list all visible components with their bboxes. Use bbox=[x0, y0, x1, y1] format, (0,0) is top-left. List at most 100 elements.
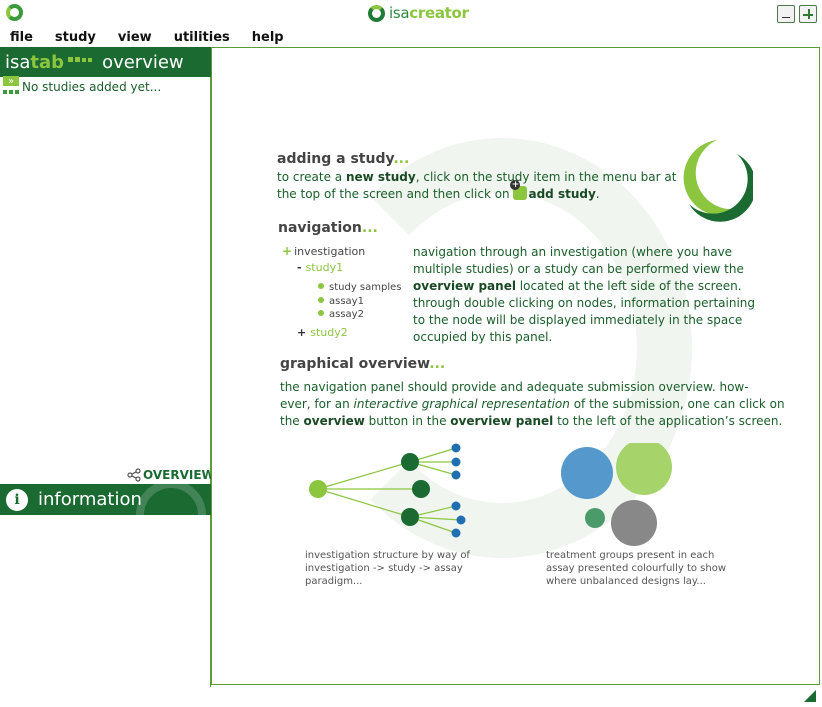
graphical-text-3a: the bbox=[280, 414, 304, 428]
tree-label-assay2: assay2 bbox=[329, 309, 364, 320]
menu-view[interactable]: view bbox=[118, 30, 152, 45]
information-title: information bbox=[38, 489, 142, 510]
tree-bullet-icon bbox=[318, 310, 324, 316]
add-study-text-2c: . bbox=[595, 187, 600, 201]
tree-bullet-icon bbox=[318, 283, 324, 289]
graphical-text-3b: overview bbox=[303, 414, 365, 428]
overview-title: overview bbox=[102, 51, 184, 73]
graphical-text-3: the overview button in the overview pane… bbox=[280, 413, 819, 430]
navigation-text-3: overview panel located at the left side … bbox=[413, 278, 813, 295]
graphical-heading-text: graphical overview bbox=[280, 356, 430, 372]
graphical-text-3c: button in the bbox=[364, 414, 451, 428]
structure-caption-2: investigation -> study -> assay bbox=[305, 563, 463, 574]
tree-plus-icon: + bbox=[297, 326, 307, 339]
structure-caption: investigation structure by way of invest… bbox=[305, 549, 470, 588]
title-suffix: creator bbox=[409, 4, 469, 22]
empty-tree-text: No studies added yet... bbox=[22, 80, 162, 94]
maximize-button[interactable] bbox=[799, 5, 817, 23]
tree-minus-icon: - bbox=[297, 261, 302, 274]
add-study-text-2a: the top of the screen and then click on bbox=[277, 187, 514, 201]
menu-study[interactable]: study bbox=[55, 30, 96, 45]
graphical-text-3e: to the left of the application’s screen. bbox=[553, 414, 783, 428]
isatab-logo-tab: tab bbox=[30, 51, 65, 73]
tree-label-investigation: investigation bbox=[294, 245, 366, 258]
menu-file[interactable]: file bbox=[10, 30, 33, 45]
app-logo-icon bbox=[6, 4, 23, 21]
graphical-text-3d: overview panel bbox=[450, 414, 554, 428]
tree-label-study2: study2 bbox=[310, 326, 348, 339]
window-title: isacreator bbox=[368, 2, 469, 24]
graphical-overview-text: the navigation panel should provide and … bbox=[280, 379, 819, 430]
overview-panel: isatab overview No studies added yet... … bbox=[0, 47, 215, 687]
navigation-text-6: occupied by this panel. bbox=[413, 330, 553, 344]
structure-caption-1: investigation structure by way of bbox=[305, 550, 470, 561]
tree-label-assay1: assay1 bbox=[329, 296, 364, 307]
graphical-text-2: ever, for an interactive graphical repre… bbox=[280, 396, 819, 413]
welcome-panel: adding a study... to create a new study,… bbox=[211, 47, 820, 685]
graphical-text-2i: interactive graphical representation bbox=[353, 397, 570, 411]
decorative-ring bbox=[136, 484, 206, 515]
graphical-text-1: the navigation panel should provide and … bbox=[280, 380, 749, 394]
treatment-caption-2: assay presented colourfully to show bbox=[546, 563, 726, 574]
add-study-heading-text: adding a study bbox=[277, 151, 394, 167]
isatab-dots-icon bbox=[68, 56, 93, 62]
overview-header: isatab overview bbox=[0, 47, 211, 77]
navigation-text-1: navigation through an investigation (whe… bbox=[413, 245, 733, 259]
info-icon: i bbox=[6, 488, 28, 511]
add-study-text-1a: to create a bbox=[277, 170, 346, 184]
tree-item-investigation: + investigation bbox=[282, 244, 365, 258]
tree-plus-icon: + bbox=[282, 244, 293, 258]
title-prefix: isa bbox=[389, 4, 410, 22]
add-study-text-1c: , click on the study item in the menu ba… bbox=[415, 170, 677, 184]
menu-bar: file study view utilities help bbox=[0, 27, 822, 47]
graphical-text-2c: of the submission, one can click on bbox=[569, 397, 785, 411]
tree-item-study2: + study2 bbox=[297, 326, 348, 339]
navigation-text-3b: overview panel bbox=[413, 279, 516, 293]
isacreator-big-logo bbox=[683, 140, 753, 222]
resize-grip-icon[interactable] bbox=[803, 689, 817, 703]
tree-item-assay2: assay2 bbox=[318, 307, 364, 320]
empty-tree-message: No studies added yet... bbox=[3, 76, 162, 95]
navigation-heading-dots: ... bbox=[361, 220, 378, 236]
tree-label-study1: study1 bbox=[305, 261, 344, 274]
graphical-heading-dots: ... bbox=[429, 356, 446, 372]
share-graph-icon bbox=[127, 468, 141, 482]
add-study-heading-dots: ... bbox=[393, 151, 410, 167]
treatment-caption: treatment groups present in each assay p… bbox=[546, 549, 726, 588]
graphical-overview-heading: graphical overview... bbox=[280, 356, 445, 372]
structure-caption-3: paradigm... bbox=[305, 576, 363, 587]
navigation-text-5: to the node will be displayed immediatel… bbox=[413, 313, 743, 327]
add-study-heading: adding a study... bbox=[277, 151, 409, 167]
add-study-text: to create a new study, click on the stud… bbox=[277, 169, 677, 203]
treatment-groups-diagram bbox=[561, 443, 672, 546]
menu-help[interactable]: help bbox=[252, 30, 284, 45]
add-study-text-1b: new study bbox=[345, 170, 416, 184]
minimize-button[interactable] bbox=[777, 5, 795, 23]
treatment-caption-1: treatment groups present in each bbox=[546, 550, 715, 561]
navigation-text-2: multiple studies) or a study can be perf… bbox=[413, 262, 744, 276]
overview-button-label: OVERVIEW bbox=[143, 468, 215, 482]
isatab-logo: isatab bbox=[5, 52, 64, 73]
tree-item-study-samples: study samples bbox=[318, 280, 401, 293]
add-study-icon bbox=[510, 180, 528, 200]
tree-bullet-icon bbox=[318, 297, 324, 303]
overview-button[interactable]: OVERVIEW bbox=[127, 468, 215, 482]
menu-utilities[interactable]: utilities bbox=[174, 30, 230, 45]
tree-item-study1: - study1 bbox=[297, 261, 343, 274]
structure-diagram bbox=[309, 443, 466, 538]
navigation-text: navigation through an investigation (whe… bbox=[413, 244, 813, 346]
tree-item-assay1: assay1 bbox=[318, 294, 364, 307]
isatab-logo-isa: isa bbox=[5, 51, 31, 73]
information-header: i information bbox=[0, 484, 211, 515]
navigation-heading-text: navigation bbox=[278, 220, 362, 236]
navigation-heading: navigation... bbox=[278, 220, 378, 236]
add-study-text-2b: add study bbox=[528, 187, 596, 201]
tree-expand-icon[interactable] bbox=[3, 76, 19, 95]
navigation-text-3c: located at the left side of the screen. bbox=[515, 279, 742, 293]
graphical-text-2a: ever, for an bbox=[280, 397, 354, 411]
treatment-caption-3: where unbalanced designs lay... bbox=[546, 576, 706, 587]
navigation-text-4: through double clicking on nodes, inform… bbox=[413, 296, 756, 310]
tree-label-study-samples: study samples bbox=[329, 282, 402, 293]
title-bar: isacreator bbox=[0, 0, 822, 27]
isacreator-logo-icon bbox=[368, 4, 385, 22]
